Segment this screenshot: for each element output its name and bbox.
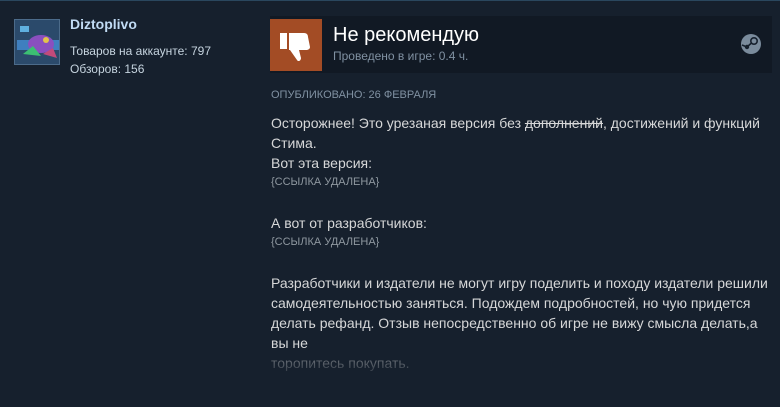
review-text: Осторожнее! Это урезаная версия без допо…	[271, 113, 771, 373]
removed-link: {ССЫЛКА УДАЛЕНА}	[271, 176, 380, 188]
review-text-part: Осторожнее! Это урезаная версия без	[271, 115, 525, 131]
review-fade-line: торопитесь покупать.	[271, 353, 771, 373]
vote-header[interactable]: Не рекомендую Проведено в игре: 0.4 ч.	[270, 16, 772, 73]
strikethrough-text: дополнений	[524, 115, 603, 131]
review-paragraph: Вот эта версия:	[271, 155, 373, 171]
review-paragraph: Осторожнее! Это урезаная версия без допо…	[271, 113, 771, 153]
steam-icon	[740, 33, 762, 60]
posted-date: Опубликовано: 26 февраля	[271, 89, 437, 101]
avatar[interactable]	[14, 19, 60, 65]
removed-link: {ССЫЛКА УДАЛЕНА}	[271, 236, 380, 248]
thumbs-down-icon	[270, 19, 322, 71]
review-card: Diztoplivo Товаров на аккаунте: 797 Обзо…	[0, 0, 780, 407]
products-count[interactable]: Товаров на аккаунте: 797	[70, 44, 211, 58]
vote-title[interactable]: Не рекомендую	[333, 24, 479, 47]
author-name[interactable]: Diztoplivo	[70, 16, 137, 32]
review-paragraph: А вот от разработчиков:	[271, 215, 427, 231]
playtime: Проведено в игре: 0.4 ч.	[333, 49, 469, 63]
reviews-count[interactable]: Обзоров: 156	[70, 62, 144, 76]
review-paragraph: Разработчики и издатели не могут игру по…	[271, 275, 768, 351]
